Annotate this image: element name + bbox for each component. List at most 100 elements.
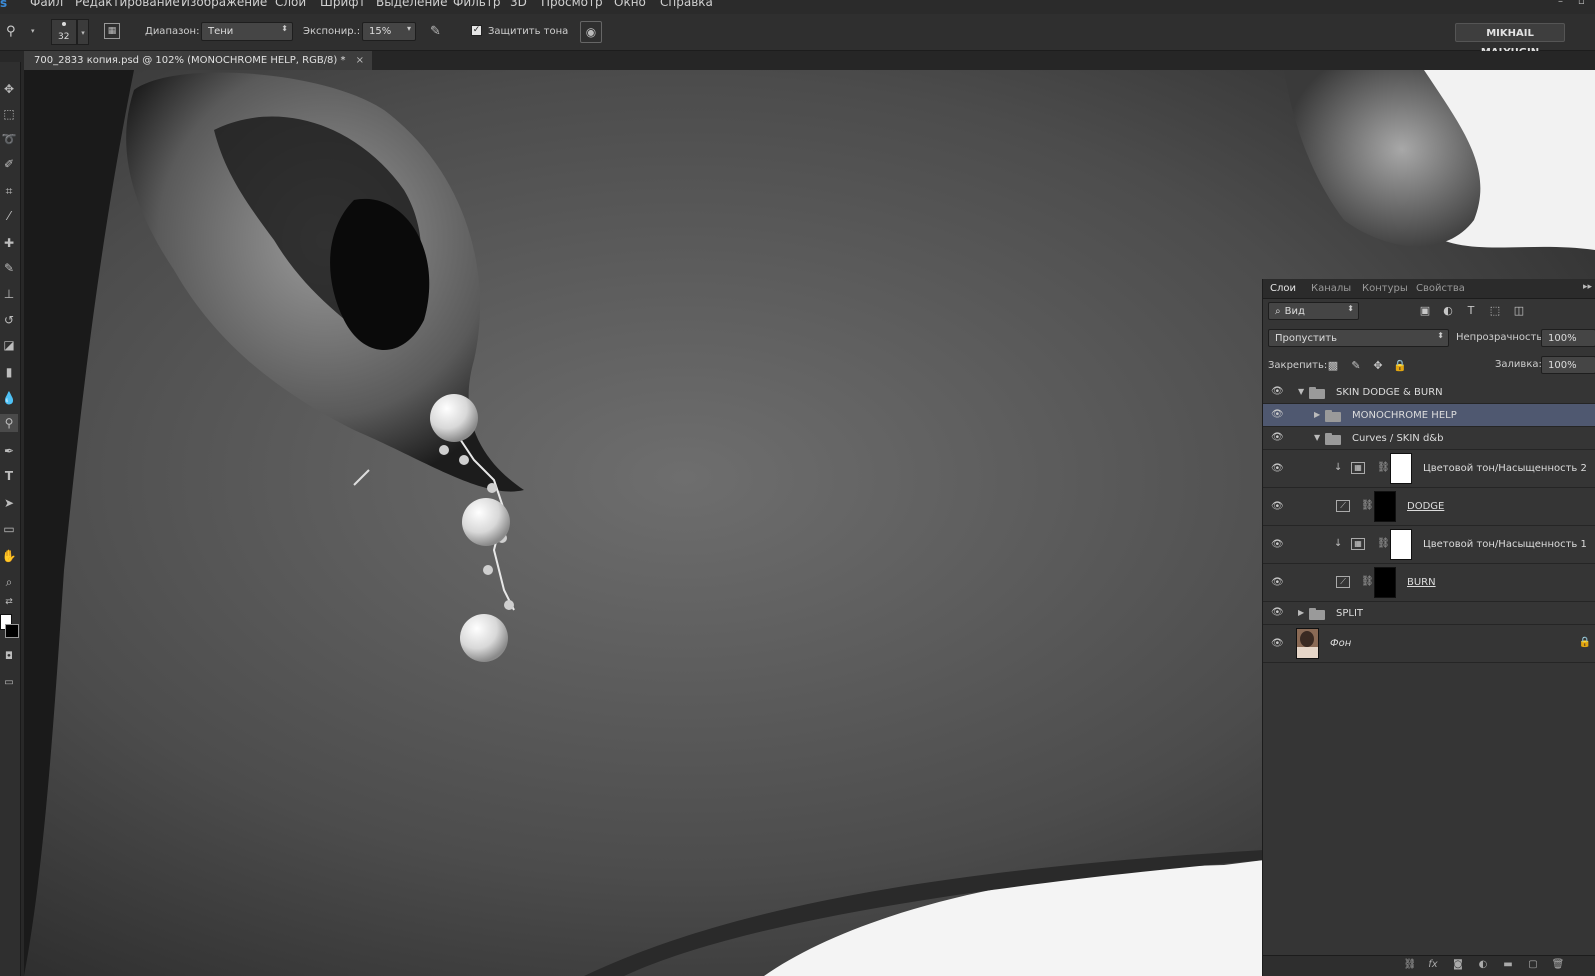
path-select-tool-icon[interactable]: ➤	[0, 494, 18, 512]
layer-row[interactable]: 👁 ⟋ ⛓ BURN	[1263, 564, 1595, 602]
menu-select[interactable]: Выделение	[376, 0, 447, 9]
blur-tool-icon[interactable]: 💧	[0, 389, 18, 407]
menu-image[interactable]: Изображение	[181, 0, 267, 9]
healing-brush-tool-icon[interactable]: ✚	[0, 234, 18, 252]
window-minimize-icon[interactable]: –	[1558, 0, 1570, 8]
protect-tones-checkbox[interactable]: ✓	[471, 25, 482, 36]
menu-help[interactable]: Справка	[660, 0, 713, 9]
mask-link-icon[interactable]: ⛓	[1361, 500, 1374, 512]
pen-tool-icon[interactable]: ✒	[0, 442, 18, 460]
eraser-tool-icon[interactable]: ◪	[0, 336, 18, 354]
filter-adjustment-icon[interactable]: ◐	[1441, 304, 1455, 318]
tab-layers[interactable]: Слои	[1270, 283, 1296, 294]
crop-tool-icon[interactable]: ⌗	[0, 182, 18, 200]
blend-mode-select[interactable]: Пропустить ⬍	[1268, 329, 1449, 347]
opacity-input[interactable]: 100%	[1541, 329, 1595, 347]
lock-transparent-icon[interactable]: ▩	[1326, 359, 1340, 373]
visibility-eye-icon[interactable]: 👁	[1271, 464, 1285, 474]
layer-row[interactable]: 👁 Фон 🔒	[1263, 625, 1595, 663]
brush-panel-toggle-icon[interactable]: ▦	[104, 23, 120, 39]
add-mask-icon[interactable]: ◙	[1451, 959, 1465, 973]
visibility-eye-icon[interactable]: 👁	[1271, 578, 1285, 588]
layer-mask-thumbnail[interactable]	[1374, 567, 1396, 598]
zoom-tool-icon[interactable]: ⌕	[0, 573, 18, 591]
mask-link-icon[interactable]: ⛓	[1377, 462, 1390, 474]
menu-3d[interactable]: 3D	[510, 0, 527, 9]
quick-select-tool-icon[interactable]: ✐	[0, 155, 18, 173]
layer-row[interactable]: 👁 ▼ Curves / SKIN d&b	[1263, 427, 1595, 450]
close-tab-icon[interactable]: ×	[356, 51, 364, 70]
layer-row[interactable]: 👁 ↓ ▦ ⛓ Цветовой тон/Насыщенность 2	[1263, 450, 1595, 488]
layer-mask-thumbnail[interactable]	[1390, 529, 1412, 560]
collapse-triangle-icon[interactable]: ▶	[1314, 410, 1322, 420]
filter-smart-object-icon[interactable]: ◫	[1512, 304, 1526, 318]
swap-colors-icon[interactable]: ⇄	[0, 593, 18, 611]
quick-mask-icon[interactable]: ◘	[0, 648, 18, 666]
visibility-eye-icon[interactable]: 👁	[1271, 608, 1285, 618]
screen-mode-icon[interactable]: ▭	[0, 674, 18, 692]
menu-layers[interactable]: Слои	[275, 0, 306, 9]
brush-dropdown-arrow-icon[interactable]: ▾	[77, 19, 89, 45]
lasso-tool-icon[interactable]: ➰	[0, 130, 18, 148]
visibility-eye-icon[interactable]: 👁	[1271, 540, 1285, 550]
history-brush-tool-icon[interactable]: ↺	[0, 311, 18, 329]
layer-row-selected[interactable]: 👁 ▶ MONOCHROME HELP	[1263, 404, 1595, 427]
brush-tool-icon[interactable]: ✎	[0, 259, 18, 277]
lock-all-icon[interactable]: 🔒	[1393, 359, 1407, 373]
visibility-eye-icon[interactable]: 👁	[1271, 410, 1285, 420]
sponge-tool-icon[interactable]: ⚲	[6, 24, 16, 39]
filter-shape-icon[interactable]: ⬚	[1488, 304, 1502, 318]
shape-tool-icon[interactable]: ▭	[0, 520, 18, 538]
window-restore-icon[interactable]: ▫	[1578, 0, 1590, 8]
mask-link-icon[interactable]: ⛓	[1361, 576, 1374, 588]
layer-row[interactable]: 👁 ▶ SPLIT	[1263, 602, 1595, 625]
visibility-eye-icon[interactable]: 👁	[1271, 639, 1285, 649]
layer-row[interactable]: 👁 ↓ ▦ ⛓ Цветовой тон/Насыщенность 1	[1263, 526, 1595, 564]
new-adjustment-layer-icon[interactable]: ◐	[1476, 959, 1490, 973]
panel-menu-icon[interactable]: ▸▸	[1583, 282, 1592, 292]
layer-filter-select[interactable]: ⌕ Вид ⬍	[1268, 302, 1359, 320]
new-group-icon[interactable]: ▬	[1501, 959, 1515, 973]
menu-window[interactable]: Окно	[614, 0, 646, 9]
layer-thumbnail[interactable]	[1296, 628, 1319, 659]
menu-type[interactable]: Шрифт	[320, 0, 366, 9]
delete-layer-icon[interactable]: 🗑	[1551, 959, 1565, 973]
background-color-swatch[interactable]	[5, 624, 19, 638]
gradient-tool-icon[interactable]: ▮	[0, 363, 18, 381]
visibility-eye-icon[interactable]: 👁	[1271, 502, 1285, 512]
move-tool-icon[interactable]: ✥	[0, 80, 18, 98]
document-tab[interactable]: 700_2833 копия.psd @ 102% (MONOCHROME HE…	[24, 51, 372, 70]
collapse-triangle-icon[interactable]: ▶	[1298, 608, 1306, 618]
expand-triangle-icon[interactable]: ▼	[1298, 387, 1306, 397]
layer-row[interactable]: 👁 ⟋ ⛓ DODGE	[1263, 488, 1595, 526]
layer-row[interactable]: 👁 ▼ SKIN DODGE & BURN	[1263, 381, 1595, 404]
exposure-input[interactable]: 15% ▾	[362, 22, 416, 41]
layer-mask-thumbnail[interactable]	[1390, 453, 1412, 484]
eyedropper-tool-icon[interactable]: ⁄	[0, 207, 18, 225]
tab-properties[interactable]: Свойства	[1416, 283, 1465, 294]
airbrush-icon[interactable]: ✎	[430, 24, 441, 39]
tab-channels[interactable]: Каналы	[1311, 283, 1351, 294]
mask-link-icon[interactable]: ⛓	[1377, 538, 1390, 550]
sponge-tool-icon[interactable]: ⚲	[0, 414, 18, 432]
filter-pixel-icon[interactable]: ▣	[1418, 304, 1432, 318]
layer-mask-thumbnail[interactable]	[1374, 491, 1396, 522]
menu-edit[interactable]: Редактирование	[75, 0, 180, 9]
expand-triangle-icon[interactable]: ▼	[1314, 433, 1322, 443]
fill-input[interactable]: 100%	[1541, 356, 1595, 374]
layer-style-fx-icon[interactable]: fx	[1426, 959, 1440, 973]
user-account-button[interactable]: MIKHAIL MALYUGIN	[1455, 23, 1565, 58]
brush-preset-picker[interactable]: 32	[51, 19, 77, 45]
visibility-eye-icon[interactable]: 👁	[1271, 387, 1285, 397]
lock-position-icon[interactable]: ✥	[1371, 359, 1385, 373]
range-select[interactable]: Тени ⬍	[201, 22, 293, 41]
menu-view[interactable]: Просмотр	[541, 0, 603, 9]
visibility-eye-icon[interactable]: 👁	[1271, 433, 1285, 443]
pressure-size-icon[interactable]: ◉	[580, 21, 602, 43]
tab-paths[interactable]: Контуры	[1362, 283, 1408, 294]
type-tool-icon[interactable]: T	[0, 467, 18, 485]
tool-preset-arrow-icon[interactable]: ▾	[31, 27, 35, 35]
lock-pixels-icon[interactable]: ✎	[1349, 359, 1363, 373]
link-layers-icon[interactable]: ⛓	[1403, 959, 1417, 973]
menu-filter[interactable]: Фильтр	[453, 0, 500, 9]
